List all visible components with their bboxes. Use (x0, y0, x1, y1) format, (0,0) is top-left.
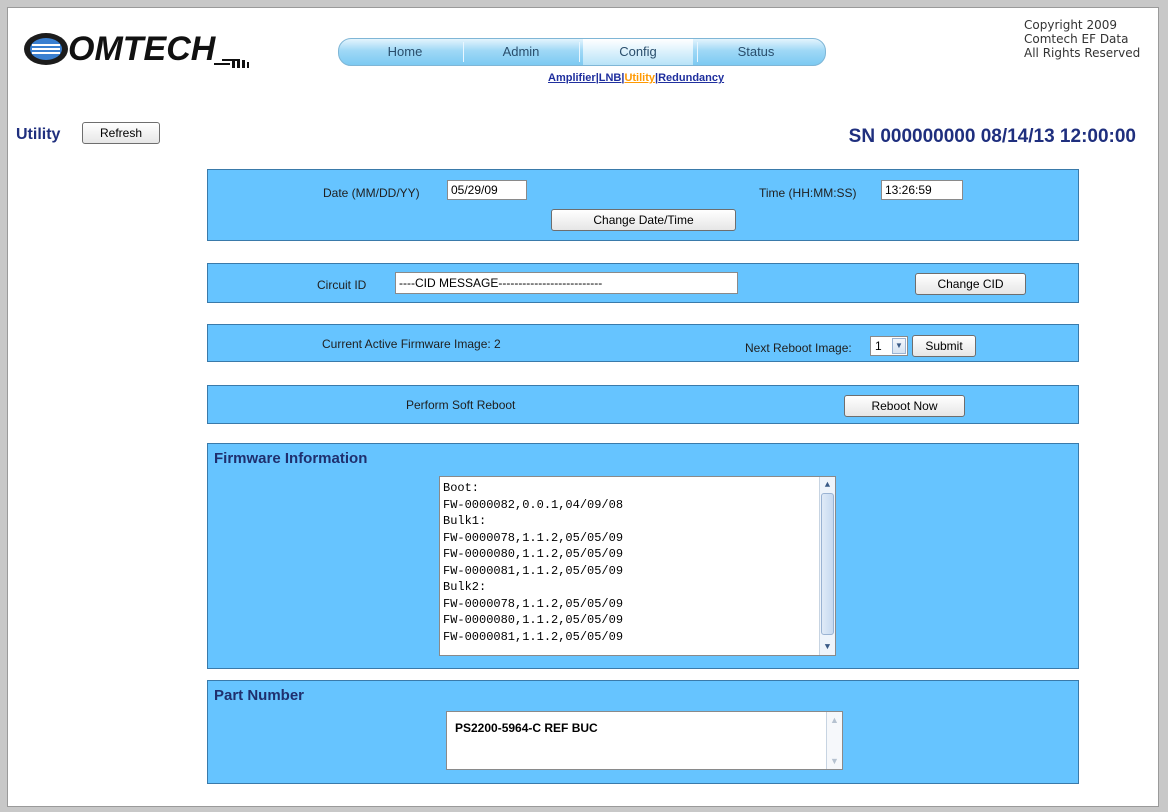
comtech-logo: OMTECH (18, 24, 266, 74)
subnav-lnb[interactable]: LNB (599, 72, 622, 84)
firmware-line: FW-0000078,1.1.2,05/05/09 (443, 596, 624, 611)
tab-status[interactable]: Status (701, 39, 811, 65)
date-input[interactable]: 05/29/09 (447, 180, 527, 200)
firmware-image-panel: Current Active Firmware Image: 2 Next Re… (207, 324, 1079, 362)
refresh-button[interactable]: Refresh (82, 122, 160, 144)
firmware-line: Bulk1: (443, 514, 487, 528)
part-number-textarea[interactable]: PS2200-5964-C REF BUC ▲ ▼ (446, 711, 843, 770)
scroll-up-icon: ▲ (830, 715, 839, 725)
next-reboot-label: Next Reboot Image: (745, 341, 852, 355)
circuit-id-label: Circuit ID (317, 278, 367, 292)
firmware-line: FW-0000080,1.1.2,05/05/09 (443, 547, 624, 561)
soft-reboot-label: Perform Soft Reboot (406, 398, 516, 412)
part-number-scrollbar: ▲ ▼ (826, 712, 842, 769)
firmware-info-textarea[interactable]: Boot: FW-0000082,0.0.1,04/09/08 Bulk1: FW-0… (439, 476, 836, 656)
page-title: Utility (16, 126, 61, 143)
tab-config[interactable]: Config (583, 39, 693, 65)
firmware-info-lines: Boot: FW-0000082,0.0.1,04/09/08 Bulk1: FW-0… (443, 480, 623, 645)
main-nav: Home Admin Config Status (338, 38, 826, 66)
scroll-up-icon[interactable]: ▲ (820, 478, 835, 492)
submit-button[interactable]: Submit (912, 335, 976, 357)
part-number-title: Part Number (214, 687, 305, 704)
soft-reboot-panel: Perform Soft Reboot Reboot Now (207, 385, 1079, 424)
chevron-down-icon: ▼ (892, 338, 906, 354)
time-input[interactable]: 13:26:59 (881, 180, 963, 200)
current-firmware-label: Current Active Firmware Image: 2 (322, 337, 501, 351)
date-label: Date (MM/DD/YY) (323, 186, 420, 200)
circuit-id-panel: Circuit ID ----CID MESSAGE--------------… (207, 263, 1079, 303)
config-subnav: Amplifier|LNB|Utility|Redundancy (548, 72, 725, 84)
scroll-thumb[interactable] (821, 493, 834, 635)
part-number-panel: Part Number PS2200-5964-C REF BUC ▲ ▼ (207, 680, 1079, 784)
change-cid-button[interactable]: Change CID (915, 273, 1026, 295)
subnav-utility[interactable]: Utility (624, 72, 655, 84)
firmware-line: FW-0000078,1.1.2,05/05/09 (443, 530, 624, 545)
firmware-line: FW-0000080,1.1.2,05/05/09 (443, 613, 624, 627)
change-datetime-button[interactable]: Change Date/Time (551, 209, 736, 231)
circuit-id-input[interactable]: ----CID MESSAGE-------------------------… (395, 272, 738, 294)
subnav-redundancy[interactable]: Redundancy (658, 72, 724, 84)
scroll-down-icon[interactable]: ▼ (820, 640, 835, 654)
serial-datetime: SN 000000000 08/14/13 12:00:00 (848, 126, 1136, 147)
part-number-value: PS2200-5964-C REF BUC (455, 721, 598, 735)
datetime-panel: Date (MM/DD/YY) 05/29/09 Time (HH:MM:SS)… (207, 169, 1079, 241)
time-label: Time (HH:MM:SS) (759, 186, 857, 200)
scroll-down-icon: ▼ (830, 756, 839, 766)
firmware-info-scrollbar[interactable]: ▲ ▼ (819, 477, 835, 655)
tab-admin[interactable]: Admin (467, 39, 575, 65)
tab-home[interactable]: Home (351, 39, 459, 65)
logo-text: OMTECH (68, 30, 217, 68)
firmware-info-title: Firmware Information (214, 450, 368, 467)
firmware-info-panel: Firmware Information Boot: FW-0000082,0.0… (207, 443, 1079, 669)
firmware-line: Bulk2: (443, 580, 487, 594)
subnav-amplifier[interactable]: Amplifier (548, 72, 596, 84)
firmware-line: FW-0000081,1.1.2,05/05/09 (443, 563, 624, 578)
copyright-notice: Copyright 2009 Comtech EF Data All Right… (1024, 18, 1141, 60)
next-reboot-select[interactable]: 1 ▼ (870, 336, 908, 356)
reboot-now-button[interactable]: Reboot Now (844, 395, 965, 417)
firmware-line: Boot: (443, 481, 480, 495)
firmware-line: FW-0000082,0.0.1,04/09/08 (443, 497, 624, 512)
browser-page: OMTECH Home Admin Config Status Amplifie… (7, 7, 1159, 807)
firmware-line: FW-0000081,1.1.2,05/05/09 (443, 629, 624, 644)
